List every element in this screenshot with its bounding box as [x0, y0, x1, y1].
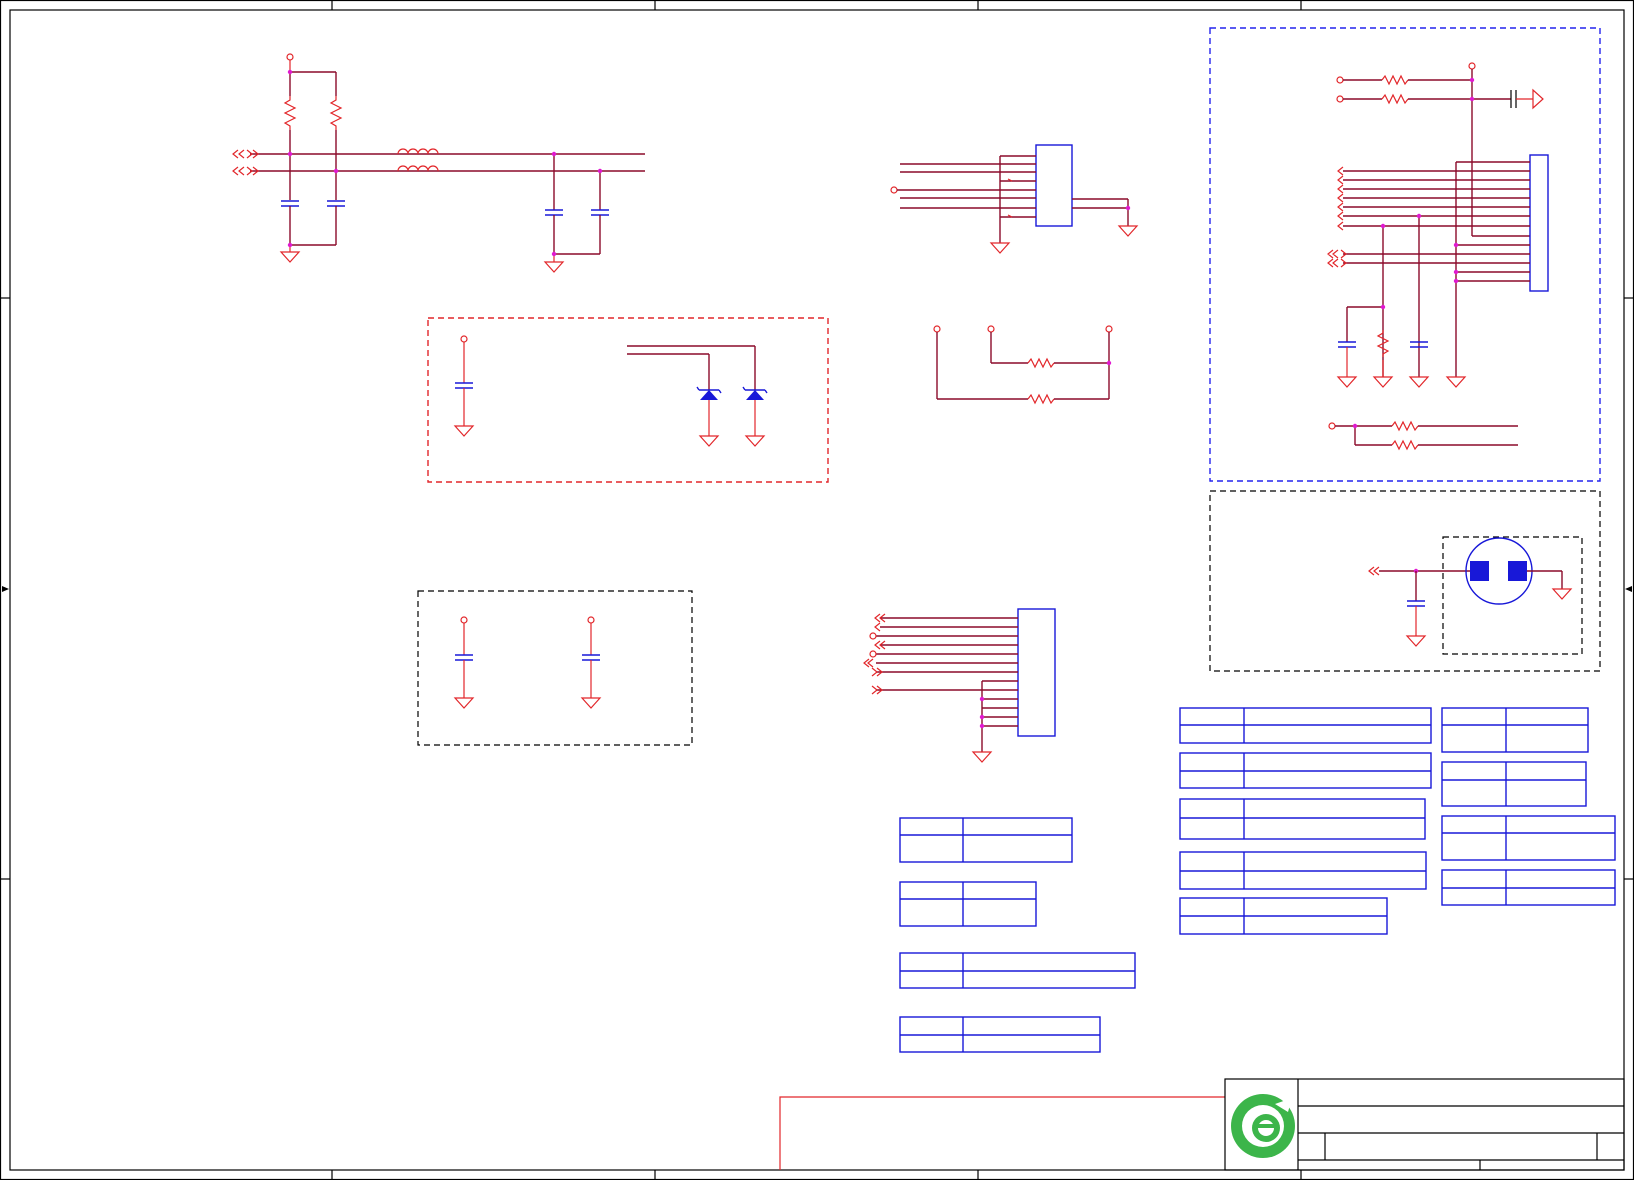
info-box [1179, 798, 1426, 840]
resistor-icon [1381, 93, 1409, 105]
tvs-diode-icon [746, 390, 764, 400]
resistor-icon [283, 96, 297, 130]
connector-j-block [890, 144, 1139, 254]
ground-icon [1551, 588, 1573, 600]
info-box [1441, 815, 1616, 861]
revision-box [779, 1096, 1225, 1170]
port-icon [1368, 566, 1380, 576]
ground-icon [1408, 376, 1430, 388]
tvs-diode-icon [700, 390, 718, 400]
ground-icon [989, 242, 1011, 254]
power-pin-icon [460, 616, 468, 624]
info-box [1179, 707, 1432, 744]
connector-p-block [863, 608, 1056, 763]
ground-icon [744, 435, 766, 447]
ground-icon [1445, 376, 1467, 388]
info-box [1441, 707, 1589, 753]
info-box [899, 1016, 1101, 1053]
sheet-border [0, 0, 1634, 1180]
power-pin-icon [1328, 422, 1336, 430]
test-point-block [1209, 490, 1601, 672]
info-box [899, 952, 1136, 989]
resistor-divider-block [933, 325, 1113, 405]
resistor-icon [1391, 420, 1419, 432]
power-pin-icon [1105, 325, 1113, 333]
ground-icon [279, 251, 301, 263]
power-pin-icon [587, 616, 595, 624]
info-box [1179, 897, 1388, 935]
title-block [1224, 1078, 1625, 1171]
logo-e-icon [1231, 1094, 1295, 1158]
ground-icon [1372, 376, 1394, 388]
info-box [899, 817, 1073, 863]
part-info-tables [899, 707, 1616, 1053]
info-box [1441, 869, 1616, 906]
connector-body [1529, 154, 1549, 292]
input-filter-block [232, 53, 645, 273]
info-box [1441, 761, 1587, 807]
resistor-icon [1381, 74, 1409, 86]
connector-body [1035, 144, 1073, 227]
ground-icon [1336, 376, 1358, 388]
ground-icon [543, 261, 565, 273]
resistor-icon [1027, 357, 1055, 369]
port-icon [874, 622, 881, 632]
port-icon [1337, 166, 1344, 231]
ground-icon [1117, 225, 1139, 237]
schematic-sheet [0, 0, 1634, 1180]
info-box [899, 881, 1037, 927]
ground-icon [580, 697, 602, 709]
tvs-protection-block [427, 317, 829, 483]
ground-icon [971, 751, 993, 763]
ground-icon [1532, 88, 1544, 110]
power-pin-icon [890, 186, 898, 194]
port-icon [863, 658, 874, 668]
ground-icon [453, 697, 475, 709]
ground-icon [1405, 635, 1427, 647]
decoupling-caps-block [417, 590, 693, 746]
inductor-icon [397, 148, 439, 155]
resistor-icon [1027, 393, 1055, 405]
power-pin-icon [1468, 62, 1476, 70]
info-box [1179, 851, 1427, 890]
power-pin-icon [987, 325, 995, 333]
interface-block [1209, 27, 1601, 482]
connector-body [1017, 608, 1056, 737]
power-pin-icon [933, 325, 941, 333]
ground-icon [698, 435, 720, 447]
ground-icon [453, 425, 475, 437]
resistor-icon [329, 96, 343, 130]
port-icon [1327, 249, 1347, 268]
info-box [1179, 752, 1432, 789]
power-pin-icon [286, 53, 294, 61]
power-pin-icon [460, 335, 468, 343]
resistor-icon [1391, 439, 1419, 451]
inductor-icon [397, 165, 439, 172]
